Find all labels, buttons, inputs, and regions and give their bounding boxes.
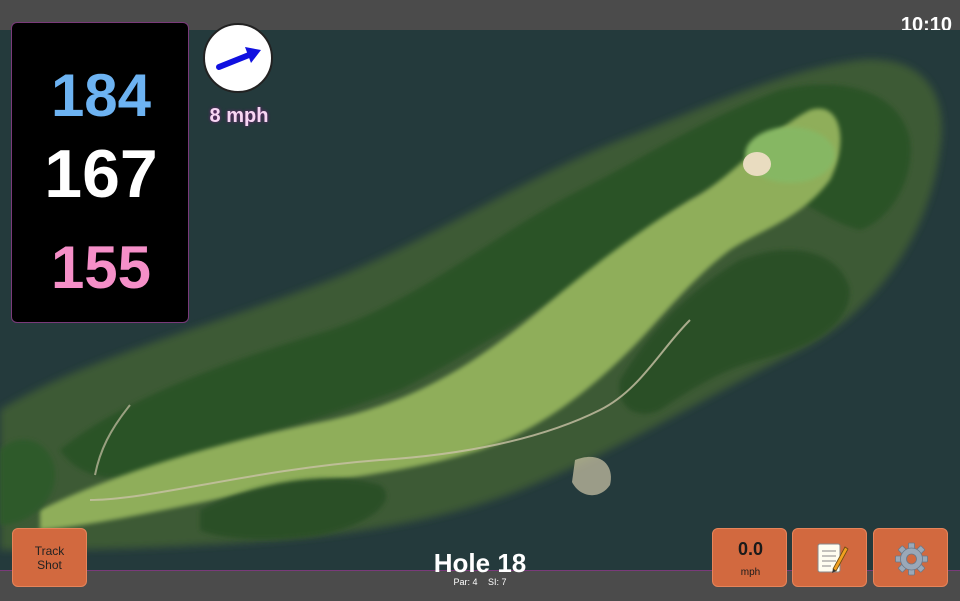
- notes-button[interactable]: [792, 528, 867, 587]
- distance-front-of-green: 155: [50, 234, 152, 301]
- wind-direction-arrow-icon: [216, 47, 261, 70]
- sand-patch: [572, 456, 611, 496]
- gear-icon: [895, 542, 928, 576]
- speed-value: 0.0: [737, 539, 764, 559]
- hole-info: Par: 4 SI: 7: [380, 577, 580, 587]
- distance-middle-of-green: 167: [44, 136, 158, 212]
- hole-title: Hole 18: [433, 548, 527, 578]
- settings-button[interactable]: [873, 528, 948, 587]
- hole-stroke-index: SI: 7: [488, 577, 507, 587]
- track-shot-button[interactable]: Track Shot: [12, 528, 87, 587]
- speed-unit: mph: [740, 567, 761, 578]
- hole-par: Par: 4: [453, 577, 478, 587]
- speed-button[interactable]: 0.0 mph: [712, 528, 787, 587]
- notepad-icon: [817, 543, 849, 573]
- track-shot-label-line2: Shot: [37, 558, 62, 572]
- wind-indicator: [203, 23, 273, 93]
- wind-speed-label: 8 mph: [209, 105, 269, 127]
- distance-back-of-green: 184: [50, 62, 152, 129]
- track-shot-label-line1: Track: [34, 544, 65, 558]
- bunker: [743, 152, 771, 176]
- distance-panel: 184 167 155: [11, 22, 189, 323]
